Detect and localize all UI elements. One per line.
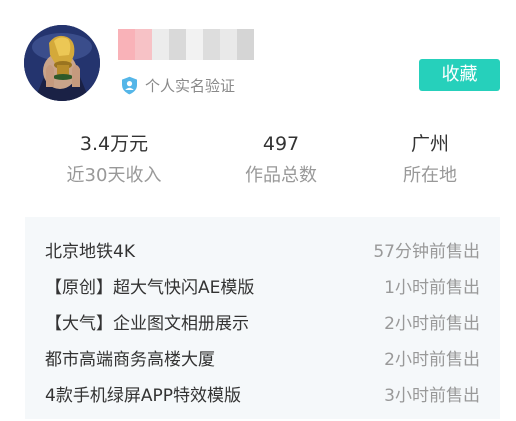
stat-label: 所在地 [403,165,457,186]
stat-value: 497 [262,133,300,155]
sale-item-title[interactable]: 北京地铁4K [45,239,135,265]
person-shield-icon [122,76,137,94]
name-mosaic-block [237,29,254,60]
name-mosaic-block [186,29,203,60]
recent-sales-list: 北京地铁4K 57分钟前售出 【原创】超大气快闪AE模版 1小时前售出 【大气】… [25,217,500,419]
stat-label: 近30天收入 [66,165,162,186]
name-mosaic-block [118,29,135,60]
name-mosaic-block [220,29,237,60]
list-item: 【原创】超大气快闪AE模版 1小时前售出 [45,275,480,301]
stat-location: 广州 所在地 [350,131,510,189]
sale-item-title[interactable]: 【大气】企业图文相册展示 [45,311,249,337]
sale-item-title[interactable]: 4款手机绿屏APP特效模版 [45,383,241,409]
list-item: 都市高端商务高楼大厦 2小时前售出 [45,347,480,373]
avatar-trophy-image [24,25,100,101]
stat-value: 广州 [410,133,449,155]
sale-item-time: 2小时前售出 [384,350,480,370]
name-mosaic-block [169,29,186,60]
stat-works-total: 497 作品总数 [201,131,361,189]
stat-income: 3.4万元 近30天收入 [34,131,194,189]
avatar[interactable] [24,25,100,101]
sale-item-title[interactable]: 都市高端商务高楼大厦 [45,347,215,373]
name-mosaic-block [152,29,169,60]
list-item: 【大气】企业图文相册展示 2小时前售出 [45,311,480,337]
list-item: 北京地铁4K 57分钟前售出 [45,239,480,265]
name-mosaic-block [203,29,220,60]
username-pixelated [118,29,254,60]
list-item: 4款手机绿屏APP特效模版 3小时前售出 [45,383,480,409]
stat-value: 3.4万元 [79,133,149,155]
sale-item-time: 57分钟前售出 [373,242,480,262]
sale-item-time: 1小时前售出 [384,278,480,298]
name-mosaic-block [135,29,152,60]
collect-button[interactable]: 收藏 [419,59,500,91]
sale-item-title[interactable]: 【原创】超大气快闪AE模版 [45,275,254,301]
sale-item-time: 3小时前售出 [384,386,480,406]
verification-label: 个人实名验证 [145,76,236,95]
verification-badge: 个人实名验证 [121,75,235,95]
stat-label: 作品总数 [245,165,317,186]
sale-item-time: 2小时前售出 [384,314,480,334]
